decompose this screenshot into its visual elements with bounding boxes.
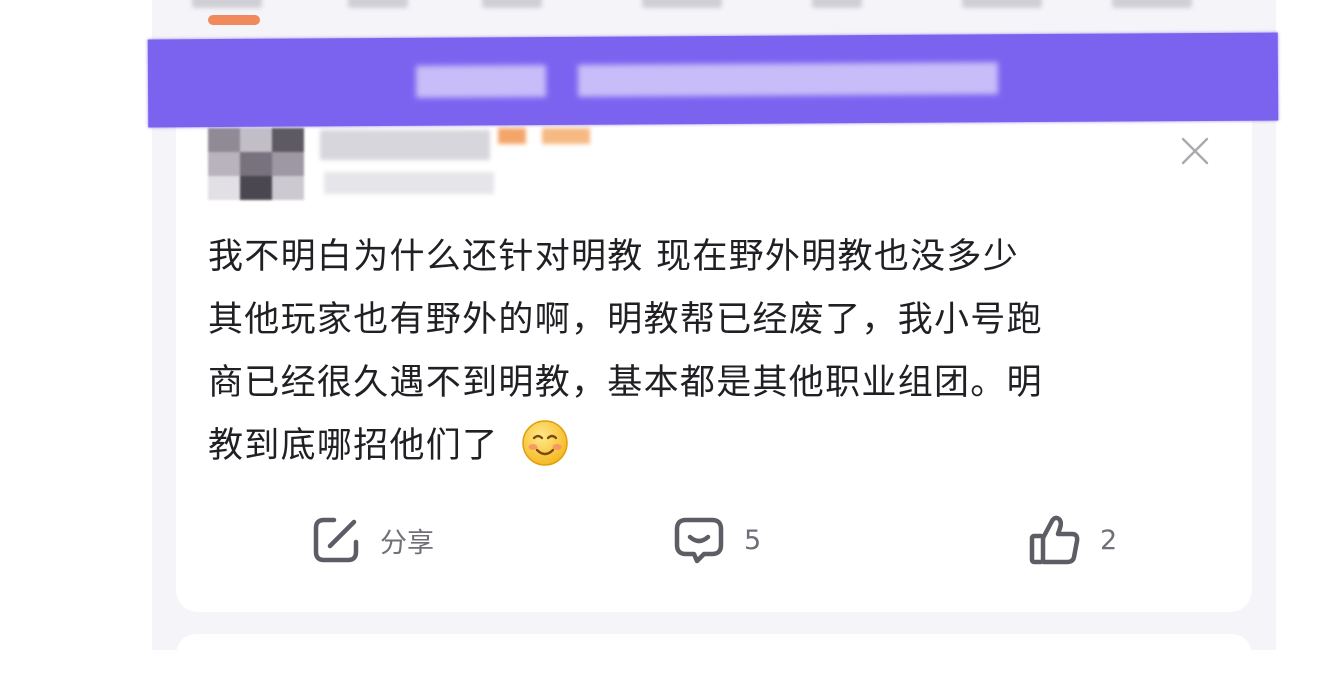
post-line: 教到底哪招他们了 [208, 426, 499, 466]
like-count: 2 [1100, 524, 1118, 556]
comment-count: 5 [744, 524, 762, 556]
post-line: 商已经很久遇不到明教，基本都是其他职业组团。明 [208, 363, 1043, 403]
close-icon[interactable] [1178, 134, 1212, 168]
vip-badge [542, 128, 590, 144]
post-content: 我不明白为什么还针对明教 现在野外明教也没多少 其他玩家也有野外的啊，明教帮已经… [208, 226, 1208, 478]
redaction-banner [147, 32, 1279, 128]
share-button[interactable]: 分享 [310, 514, 434, 566]
tab-3[interactable] [482, 0, 542, 8]
post-time [324, 172, 494, 194]
share-label: 分享 [380, 527, 434, 559]
comment-button[interactable]: 5 [672, 514, 761, 566]
post-line: 我不明白为什么还针对明教 现在野外明教也没多少 [208, 237, 1020, 277]
level-badge [498, 128, 526, 144]
redacted-text [577, 62, 999, 97]
thumbs-up-icon [1029, 515, 1080, 565]
tab-1[interactable] [192, 0, 262, 8]
like-button[interactable]: 2 [1028, 514, 1117, 566]
active-tab-indicator [208, 15, 260, 25]
post-line: 其他玩家也有野外的啊，明教帮已经废了，我小号跑 [208, 300, 1043, 340]
comment-icon [674, 517, 724, 564]
smiling-face-icon [521, 419, 569, 467]
tab-4[interactable] [642, 0, 722, 8]
tab-5[interactable] [812, 0, 862, 8]
top-tab-bar [152, 0, 1276, 14]
share-icon [313, 517, 359, 563]
post-line-last: 教到底哪招他们了 [208, 415, 1208, 478]
author-info[interactable] [320, 128, 600, 198]
tab-7[interactable] [1112, 0, 1192, 8]
avatar[interactable] [208, 128, 304, 200]
tab-2[interactable] [348, 0, 408, 8]
next-post-card [176, 634, 1252, 674]
author-name [320, 130, 490, 160]
redacted-text [415, 65, 547, 98]
tab-6[interactable] [962, 0, 1042, 8]
